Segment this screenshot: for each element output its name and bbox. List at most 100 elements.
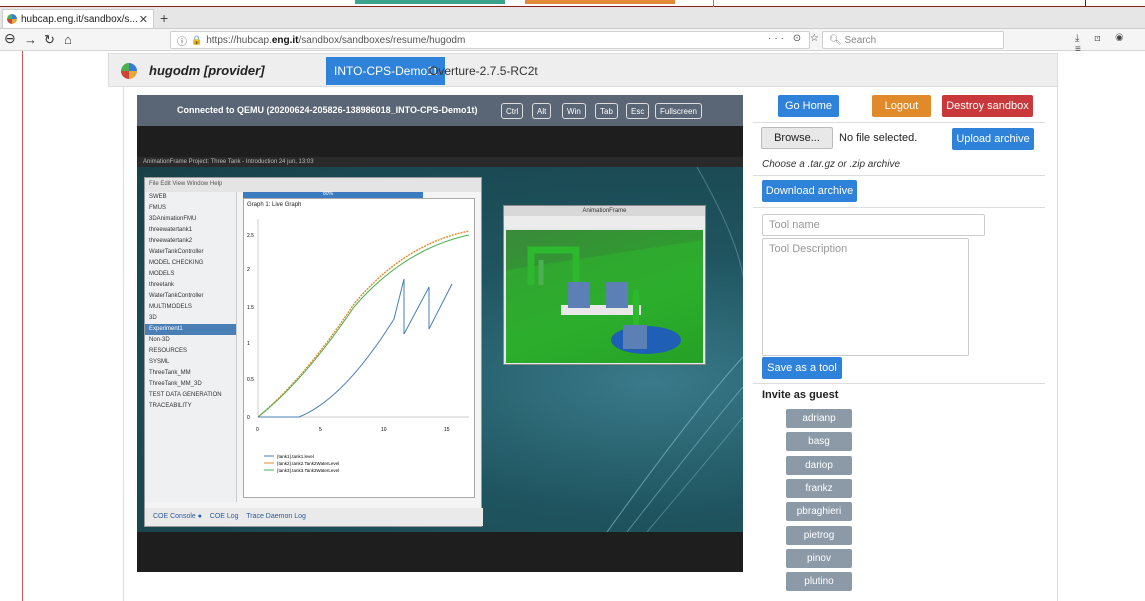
browser-tab-title: hubcap.eng.it/sandbox/s... [21,13,138,25]
ide-menubar[interactable]: File Edit View Window Help [145,178,481,192]
tree-item[interactable]: Non-3D [145,335,236,346]
legend-entry: {tank1}.tank1.level [277,454,314,459]
tree-item[interactable]: WaterTankController [145,291,236,302]
guest-button[interactable]: dariop [786,455,852,475]
key-ctrl-button[interactable]: Ctrl [501,103,524,119]
live-graph: Graph 1: Live Graph 2.5 2 1.5 1 0.5 0 0 … [243,198,475,498]
tree-item[interactable]: threetank [145,280,236,291]
forward-icon[interactable]: → [24,32,37,47]
tree-item[interactable]: MULTIMODELS [145,302,236,313]
decor-divider [22,51,23,601]
x-tick: 0 [256,427,259,433]
tree-item[interactable]: TRACEABILITY [145,401,236,412]
guest-button[interactable]: frankz [786,478,852,498]
tree-item[interactable]: MODELS [145,269,236,280]
key-win-button[interactable]: Win [562,103,586,119]
tree-item[interactable]: ThreeTank_MM_3D [145,379,236,390]
legend-entry: {tank2}.tank2.Tank2WaterLevel [277,461,339,466]
tree-item[interactable]: threewatertank2 [145,236,236,247]
favicon-icon [7,14,17,24]
project-tree[interactable]: SWEB FMUS 3DAnimationFMU threewatertank1 thr… [145,192,237,502]
guest-button[interactable]: pietrog [786,525,852,545]
guest-button[interactable]: plutino [786,572,852,592]
tree-item[interactable]: threewatertank1 [145,225,236,236]
home-icon[interactable]: ⌂ [64,32,72,47]
url-bar[interactable]: ⓘ 🔒 https://hubcap. eng.it/sandbox/sandbo… [170,31,810,49]
archive-hint: Choose a .tar.gz or .zip archive [762,159,901,170]
progress-label: 80% [323,191,334,197]
tree-item[interactable]: ThreeTank_MM [145,368,236,379]
tree-item[interactable]: FMUS [145,203,236,214]
tab-coe-console[interactable]: COE Console ● [153,513,202,520]
tab-overture[interactable]: Overture-2.7.5-RC2t [421,57,546,85]
x-tick: 15 [444,427,450,433]
y-tick: 1.5 [247,305,254,311]
search-placeholder: Search [844,35,877,46]
page-actions-icon[interactable]: ··· ⊙ ☆ [768,33,822,44]
y-tick: 0 [247,415,250,421]
key-esc-button[interactable]: Esc [626,103,650,119]
upload-archive-button[interactable]: Upload archive [952,128,1034,150]
url-prefix: https://hubcap. [206,34,272,46]
ide-bottom-tabs: COE Console ● COE Log Trace Daemon Log [145,508,483,526]
vnc-toolbar: Connected to QEMU (20200624-205826-13898… [137,95,743,126]
divider [753,383,1045,384]
tree-item[interactable]: WaterTankController [145,247,236,258]
invite-heading: Invite as guest [762,389,839,401]
key-alt-button[interactable]: Alt [532,103,552,119]
browser-tab[interactable]: hubcap.eng.it/sandbox/s... ✕ [2,9,154,28]
destroy-sandbox-button[interactable]: Destroy sandbox [942,95,1033,117]
3d-scene [506,230,703,363]
divider [753,175,1045,176]
tree-item[interactable]: SYSML [145,357,236,368]
tab-trace-daemon-log[interactable]: Trace Daemon Log [246,513,306,520]
tree-item[interactable]: 3DAnimationFMU [145,214,236,225]
browse-button[interactable]: Browse... [761,127,833,149]
animation-window[interactable]: AnimationFrame [503,205,706,365]
animation-toolbar[interactable] [504,216,705,228]
guest-button[interactable]: pinov [786,548,852,568]
tree-item[interactable]: Experiment1 [145,324,236,335]
divider [753,122,1045,123]
tool-name-input[interactable]: Tool name [762,214,985,236]
legend-entry: {tank3}.tank3.Tank3WaterLevel [277,468,339,473]
tree-item[interactable]: SWEB [145,192,236,203]
save-as-tool-button[interactable]: Save as a tool [762,357,842,379]
close-icon[interactable]: ✕ [139,13,148,26]
y-tick: 2.5 [247,233,254,239]
x-tick: 5 [319,427,322,433]
y-tick: 1 [247,341,250,347]
divider [753,207,1045,208]
new-tab-icon[interactable]: + [160,10,168,26]
tree-item[interactable]: RESOURCES [145,346,236,357]
key-tab-button[interactable]: Tab [595,103,618,119]
remote-desktop[interactable]: AnimationFrame Project: Three Tank - Int… [137,157,743,532]
guest-button[interactable]: pbraghieri [786,502,852,522]
tab-coe-log[interactable]: COE Log [210,513,239,520]
vnc-viewer[interactable]: Connected to QEMU (20200624-205826-13898… [137,95,743,572]
logout-button[interactable]: Logout [872,95,931,117]
app-header: hugodm [provider] INTO-CPS-Demo1t Overtu… [108,53,1058,87]
y-tick: 0.5 [247,377,254,383]
tree-item[interactable]: 3D [145,313,236,324]
tree-item[interactable]: MODEL CHECKING [145,258,236,269]
guest-button[interactable]: adrianp [786,409,852,428]
username-label: hugodm [provider] [149,63,265,78]
x-tick: 10 [381,427,387,433]
tree-item[interactable]: TEST DATA GENERATION [145,390,236,401]
guest-button[interactable]: basg [786,432,852,452]
download-archive-button[interactable]: Download archive [762,180,857,202]
back-icon-placeholder [4,30,8,46]
browser-tab-bar: hubcap.eng.it/sandbox/s... ✕ + [0,7,1145,29]
tool-description-input[interactable]: Tool Description [762,238,969,356]
reload-icon[interactable]: ↻ [44,32,55,48]
ide-window[interactable]: File Edit View Window Help SWEB FMUS 3DAni… [144,177,483,527]
info-icon: ⓘ [177,36,187,48]
tank-model [506,240,703,363]
search-input[interactable]: 🔍︎ Search [822,31,1004,49]
graph-plot: 2.5 2 1.5 1 0.5 0 0 5 10 15 {tank1}.tank… [247,219,470,473]
go-home-button[interactable]: Go Home [778,95,839,117]
animation-window-title: AnimationFrame [504,206,705,216]
decor-bar-orange [525,0,675,4]
fullscreen-button[interactable]: Fullscreen [655,103,702,119]
